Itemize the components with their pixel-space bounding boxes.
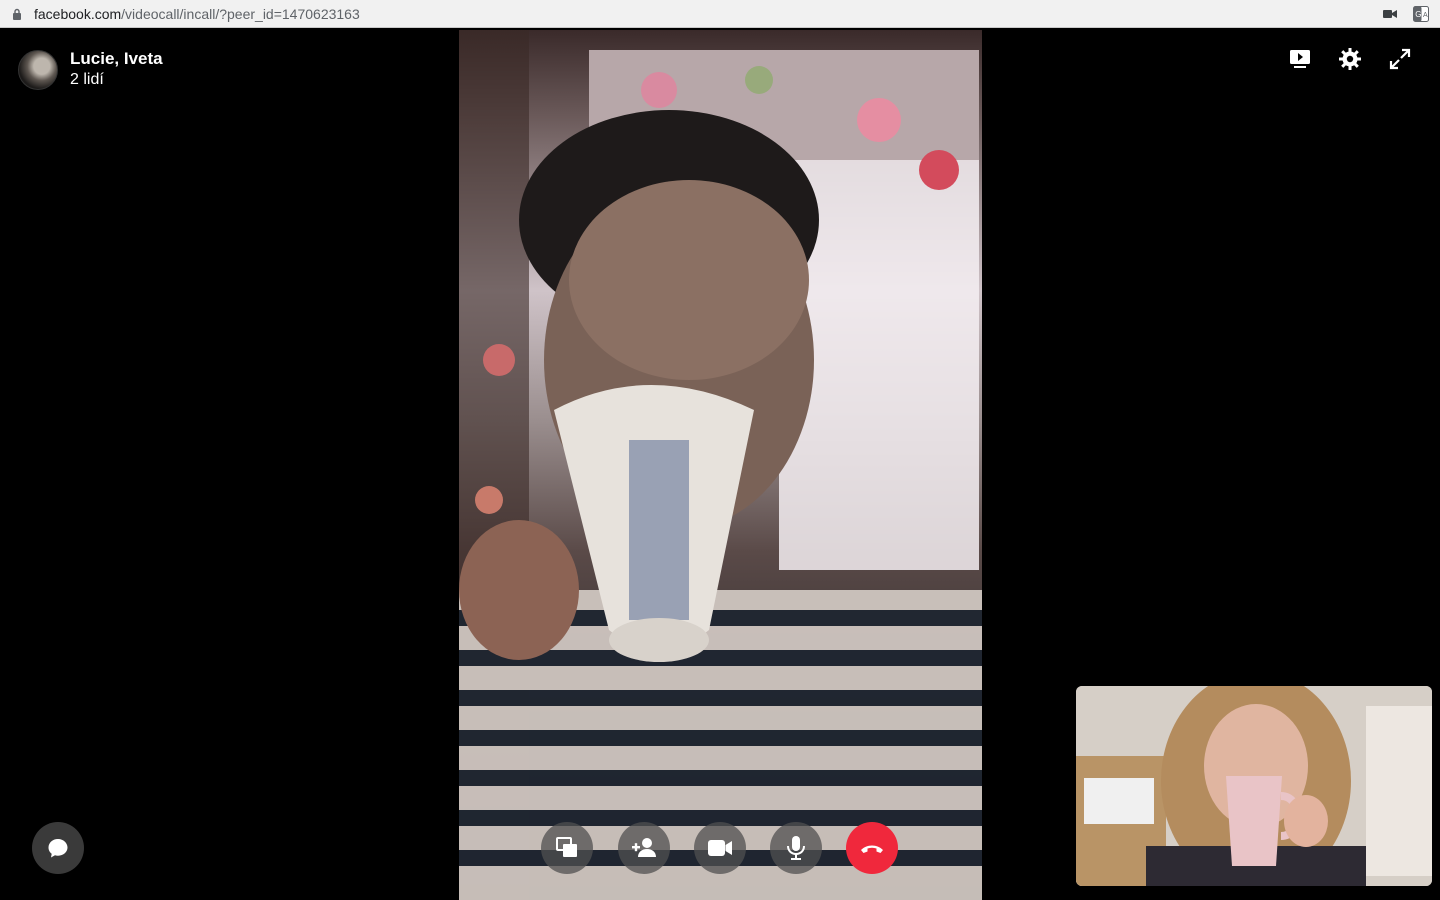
- add-person-icon: [632, 838, 656, 857]
- fullscreen-expand-icon[interactable]: [1388, 47, 1412, 71]
- call-controls: [541, 822, 901, 874]
- share-screen-button[interactable]: [541, 822, 593, 874]
- phone-hangup-icon: [861, 845, 883, 853]
- self-video-preview[interactable]: [1076, 686, 1432, 886]
- microphone-icon: [787, 836, 805, 860]
- add-person-button[interactable]: [618, 822, 670, 874]
- settings-gear-icon[interactable]: [1338, 47, 1362, 71]
- video-camera-icon: [708, 840, 732, 856]
- participant-count: 2 lidí: [70, 71, 104, 88]
- self-video-scene: [1076, 686, 1432, 886]
- video-toggle-button[interactable]: [694, 822, 746, 874]
- screen-present-icon[interactable]: [1288, 47, 1312, 71]
- remote-video: [459, 30, 982, 900]
- camera-indicator-icon[interactable]: [1383, 8, 1397, 20]
- call-title: Lucie, Iveta: [70, 49, 163, 68]
- svg-text:G: G: [1415, 10, 1421, 19]
- url-path: /videocall/incall/?peer_id=1470623163: [121, 6, 360, 22]
- url-host: facebook.com: [34, 6, 122, 22]
- svg-text:A: A: [1423, 12, 1428, 19]
- end-call-button[interactable]: [846, 822, 898, 874]
- url-text[interactable]: facebook.com/videocall/incall/?peer_id=1…: [34, 6, 360, 22]
- lock-icon: [13, 8, 21, 20]
- translate-icon[interactable]: G A: [1413, 6, 1429, 22]
- avatar[interactable]: [18, 50, 58, 90]
- top-right-toolbar: [1288, 47, 1418, 71]
- remote-video-scene: [459, 30, 982, 900]
- windows-icon: [556, 837, 577, 857]
- browser-address-bar[interactable]: facebook.com/videocall/incall/?peer_id=1…: [0, 0, 1440, 28]
- mute-button[interactable]: [770, 822, 822, 874]
- chat-button[interactable]: [32, 822, 84, 874]
- chat-bubble-icon: [48, 839, 68, 858]
